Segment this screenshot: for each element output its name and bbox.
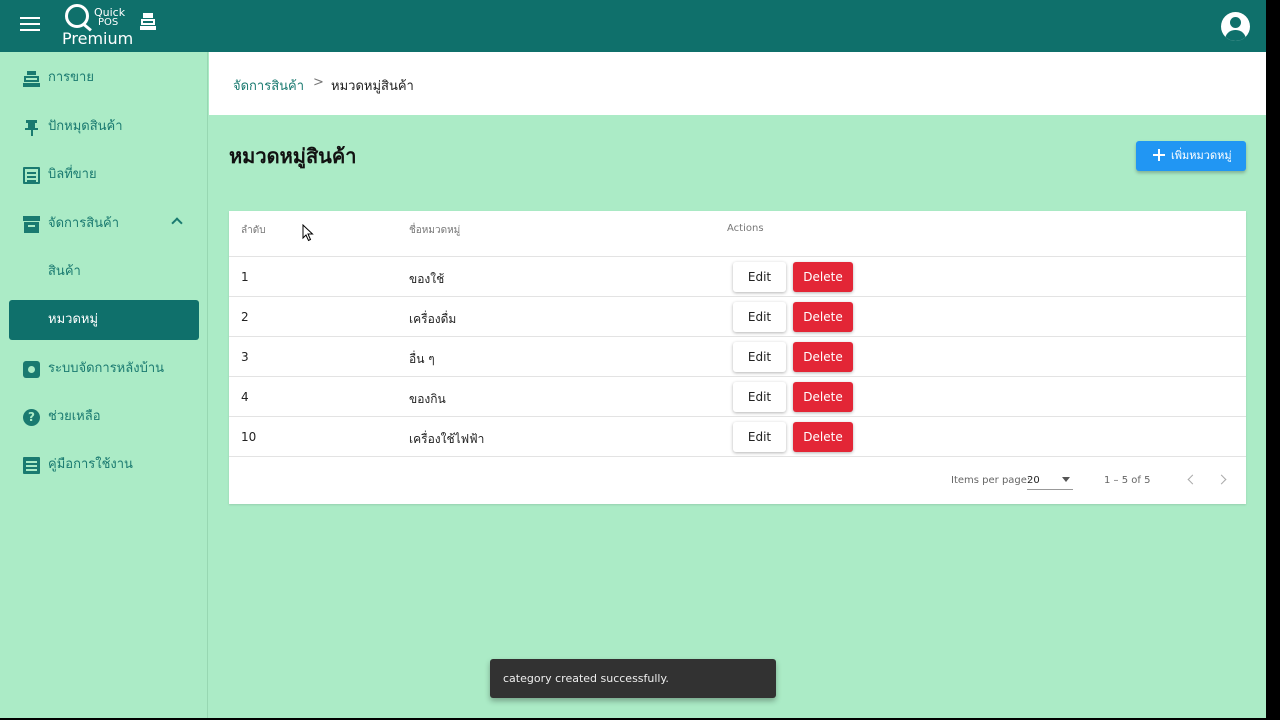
column-header-actions: Actions bbox=[727, 223, 764, 234]
sidebar-item-label: ปักหมุดสินค้า bbox=[48, 119, 123, 134]
document-icon bbox=[23, 457, 40, 474]
edit-button[interactable]: Edit bbox=[733, 382, 786, 412]
add-category-button[interactable]: เพิ่มหมวดหมู่ bbox=[1136, 141, 1246, 171]
row-index: 2 bbox=[241, 310, 249, 324]
chevron-up-icon bbox=[171, 217, 183, 229]
row-index: 4 bbox=[241, 390, 249, 404]
table-row: 3 อื่น ๆ Edit Delete bbox=[229, 337, 1246, 377]
row-index: 3 bbox=[241, 350, 249, 364]
row-category-name: ของใช้ bbox=[409, 272, 445, 286]
delete-button[interactable]: Delete bbox=[793, 382, 853, 412]
edit-button[interactable]: Edit bbox=[733, 342, 786, 372]
edit-button[interactable]: Edit bbox=[733, 302, 786, 332]
sidebar-item-label: ช่วยเหลือ bbox=[48, 409, 101, 424]
sidebar-item-label: บิลที่ขาย bbox=[48, 167, 97, 182]
delete-button[interactable]: Delete bbox=[793, 342, 853, 372]
cash-register-icon[interactable] bbox=[140, 13, 156, 31]
logo-premium-text: Premium bbox=[62, 29, 134, 48]
dropdown-arrow-icon bbox=[1062, 477, 1070, 482]
plus-icon bbox=[1153, 149, 1165, 161]
breadcrumb: จัดการสินค้า > หมวดหมู่สินค้า bbox=[209, 52, 1266, 115]
sidebar-item-help[interactable]: ? ช่วยเหลือ bbox=[9, 397, 199, 437]
sidebar-item-label: การขาย bbox=[48, 70, 94, 85]
pin-icon bbox=[23, 119, 40, 136]
edit-button[interactable]: Edit bbox=[733, 262, 786, 292]
delete-button[interactable]: Delete bbox=[793, 422, 853, 452]
items-per-page-label: Items per page: bbox=[951, 475, 1031, 486]
sidebar-item-label: สินค้า bbox=[48, 264, 81, 279]
cash-register-icon bbox=[23, 70, 40, 87]
paginator: Items per page: 20 1 – 5 of 5 bbox=[229, 457, 1246, 503]
receipt-icon bbox=[23, 167, 40, 184]
app-window: Quick POS Premium การขาย ปักหมุดสินค้า บ… bbox=[0, 0, 1266, 718]
add-category-label: เพิ่มหมวดหมู่ bbox=[1171, 149, 1232, 162]
sidebar-item-categories[interactable]: หมวดหมู่ bbox=[9, 300, 199, 340]
snackbar: category created successfully. bbox=[490, 659, 776, 698]
help-icon: ? bbox=[23, 409, 40, 426]
sidebar-item-manual[interactable]: คู่มือการใช้งาน bbox=[9, 445, 199, 485]
sidebar-item-backoffice[interactable]: ระบบจัดการหลังบ้าน bbox=[9, 349, 199, 389]
row-category-name: เครื่องดื่ม bbox=[409, 312, 457, 326]
row-category-name: เครื่องใช้ไฟฟ้า bbox=[409, 432, 485, 446]
chevron-right-icon[interactable] bbox=[1216, 473, 1230, 487]
table-row: 10 เครื่องใช้ไฟฟ้า Edit Delete bbox=[229, 417, 1246, 457]
column-header-index[interactable]: ลำดับ bbox=[241, 223, 266, 238]
row-index: 1 bbox=[241, 270, 249, 284]
sidebar-item-sold-bills[interactable]: บิลที่ขาย bbox=[9, 155, 199, 195]
logo-q-mark bbox=[65, 4, 89, 28]
sidebar-item-label: คู่มือการใช้งาน bbox=[48, 457, 133, 472]
quickpos-logo: Quick POS Premium bbox=[62, 4, 134, 48]
breadcrumb-separator: > bbox=[313, 75, 324, 90]
mouse-cursor-icon bbox=[302, 224, 314, 242]
menu-icon[interactable] bbox=[20, 17, 40, 35]
sidebar-item-manage-products[interactable]: จัดการสินค้า bbox=[9, 204, 199, 244]
items-per-page-value: 20 bbox=[1027, 475, 1040, 486]
column-header-name[interactable]: ชื่อหมวดหมู่ bbox=[409, 223, 460, 238]
archive-icon bbox=[23, 216, 40, 233]
page-range-label: 1 – 5 of 5 bbox=[1104, 475, 1151, 486]
table-row: 4 ของกิน Edit Delete bbox=[229, 377, 1246, 417]
edit-button[interactable]: Edit bbox=[733, 422, 786, 452]
sidebar-item-label: ระบบจัดการหลังบ้าน bbox=[48, 361, 165, 376]
page-title: หมวดหมู่สินค้า bbox=[229, 144, 357, 168]
table-row: 1 ของใช้ Edit Delete bbox=[229, 257, 1246, 297]
breadcrumb-current: หมวดหมู่สินค้า bbox=[331, 79, 414, 94]
row-index: 10 bbox=[241, 430, 257, 444]
sidebar-item-label: จัดการสินค้า bbox=[48, 216, 120, 231]
sidebar-item-sales[interactable]: การขาย bbox=[9, 58, 199, 98]
row-category-name: ของกิน bbox=[409, 392, 446, 406]
account-circle-icon[interactable] bbox=[1221, 12, 1250, 41]
sidebar-item-products[interactable]: สินค้า bbox=[9, 252, 199, 292]
snackbar-message: category created successfully. bbox=[503, 672, 669, 685]
category-table: ลำดับ ชื่อหมวดหมู่ Actions 1 ของใช้ Edit… bbox=[229, 211, 1246, 504]
delete-button[interactable]: Delete bbox=[793, 262, 853, 292]
breadcrumb-link-manage-products[interactable]: จัดการสินค้า bbox=[233, 75, 304, 96]
sidebar-item-label: หมวดหมู่ bbox=[48, 312, 99, 327]
sidebar-item-pinned-products[interactable]: ปักหมุดสินค้า bbox=[9, 107, 199, 147]
delete-button[interactable]: Delete bbox=[793, 302, 853, 332]
chevron-left-icon[interactable] bbox=[1184, 473, 1198, 487]
row-category-name: อื่น ๆ bbox=[409, 352, 435, 366]
settings-icon bbox=[23, 361, 40, 378]
table-row: 2 เครื่องดื่ม Edit Delete bbox=[229, 297, 1246, 337]
sidebar: การขาย ปักหมุดสินค้า บิลที่ขาย จัดการสิน… bbox=[0, 52, 208, 718]
items-per-page-select[interactable]: 20 bbox=[1027, 470, 1073, 490]
top-toolbar: Quick POS Premium bbox=[0, 0, 1266, 52]
logo-pos-text: POS bbox=[98, 17, 119, 28]
table-header-row: ลำดับ ชื่อหมวดหมู่ Actions bbox=[229, 211, 1246, 257]
